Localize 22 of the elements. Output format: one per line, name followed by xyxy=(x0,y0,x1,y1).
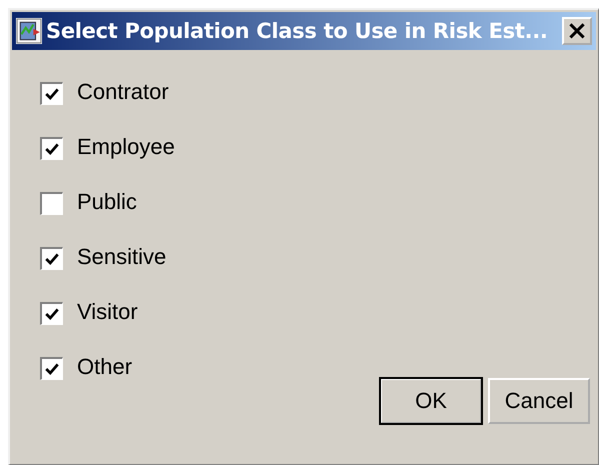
checkbox-label[interactable]: Visitor xyxy=(77,300,138,324)
checkbox-label[interactable]: Employee xyxy=(77,135,175,159)
checkbox-label[interactable]: Public xyxy=(77,190,137,214)
checkbox[interactable] xyxy=(40,247,63,270)
checkbox[interactable] xyxy=(40,302,63,325)
chart-icon xyxy=(16,18,42,44)
checkbox[interactable] xyxy=(40,192,63,215)
checkbox[interactable] xyxy=(40,357,63,380)
checkbox-label[interactable]: Sensitive xyxy=(77,245,166,269)
close-button[interactable]: × xyxy=(562,17,592,45)
checkmark-icon xyxy=(44,306,60,322)
checkmark-icon xyxy=(44,86,60,102)
checkbox[interactable] xyxy=(40,82,63,105)
checkbox-label[interactable]: Other xyxy=(77,355,132,379)
checkmark-icon xyxy=(44,361,60,377)
checkbox[interactable] xyxy=(40,137,63,160)
checkbox-label[interactable]: Contrator xyxy=(77,80,169,104)
ok-button[interactable]: OK xyxy=(380,378,482,424)
checkmark-icon xyxy=(44,251,60,267)
checkmark-icon xyxy=(44,141,60,157)
cancel-button[interactable]: Cancel xyxy=(488,378,590,424)
window-title: Select Population Class to Use in Risk Est... xyxy=(46,19,549,43)
